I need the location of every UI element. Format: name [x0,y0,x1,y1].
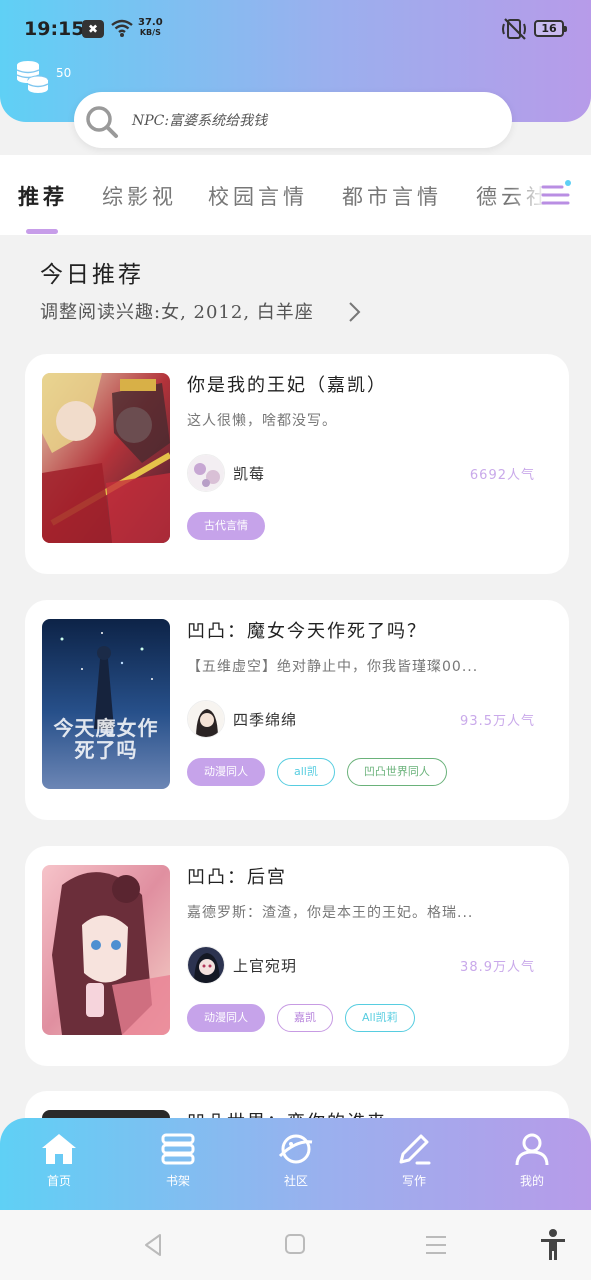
nav-community[interactable]: 社区 [256,1132,336,1189]
nav-bookshelf[interactable]: 书架 [138,1132,218,1189]
tab-urban-romance[interactable]: 都市言情 [342,181,442,211]
tag[interactable]: 凹凸世界同人 [346,758,447,786]
book-description: 这人很懒，啥都没写。 [187,413,337,429]
section-title: 今日推荐 [40,262,144,288]
book-card[interactable]: 你是我的王妃（嘉凯） 这人很懒，啥都没写。 凯莓 6692人气 古代言情 [25,354,569,574]
battery-level: 16 [541,22,557,35]
chevron-right-icon[interactable] [346,300,362,324]
net-speed-unit: KB/S [139,28,161,37]
search-input[interactable]: NPC:富婆系统给我钱 [132,110,267,130]
book-cover[interactable] [42,865,170,1035]
book-description: 嘉德罗斯：渣渣，你是本王的王妃。格瑞... [187,905,474,921]
book-title[interactable]: 凹凸：魔女今天作死了吗？ [187,617,427,643]
book-description: 【五维虚空】绝对静止中，你我皆瑾璨00... [187,659,479,675]
tab-recommend[interactable]: 推荐 [18,181,68,211]
book-title[interactable]: 你是我的王妃（嘉凯） [187,371,387,397]
status-time: 19:15 [24,18,85,40]
tag-list: 动漫同人 all凯 凹凸世界同人 [187,758,447,786]
planet-icon [278,1134,313,1164]
popularity-count: 38.9万人气 [460,960,535,975]
tag[interactable]: 动漫同人 [187,1004,265,1032]
popularity-count: 6692人气 [469,468,535,483]
system-navigation-bar [0,1210,591,1280]
search-icon [86,106,118,138]
category-menu-icon[interactable] [540,179,572,209]
nav-label: 写作 [401,1174,426,1188]
tag[interactable]: All凯莉 [345,1004,415,1032]
popularity-count: 93.5万人气 [460,714,535,729]
battery-icon: 16 [534,20,567,37]
tab-campus-romance[interactable]: 校园言情 [208,181,308,211]
author-name[interactable]: 四季绵绵 [233,709,297,730]
bottom-navigation: 首页 书架 社区 写作 我的 [0,1118,591,1210]
network-speed: 37.0 KB/S [138,18,163,38]
book-card[interactable]: 凹凸：后宫 嘉德罗斯：渣渣，你是本王的王妃。格瑞... 上官宛玥 38.9万人气… [25,846,569,1066]
coin-count: 50 [56,66,72,80]
nav-label: 首页 [46,1174,71,1188]
net-speed-value: 37.0 [138,17,163,28]
reading-interest-link[interactable]: 调整阅读兴趣:女, 2012, 白羊座 [40,298,314,324]
home-icon [42,1134,76,1164]
nav-profile[interactable]: 我的 [492,1132,572,1189]
cover-title-text: 今天魔女作死了吗 [53,716,159,762]
mute-icon [502,18,526,40]
tag[interactable]: 动漫同人 [187,758,265,786]
search-bar[interactable]: NPC:富婆系统给我钱 [74,92,512,148]
avatar[interactable] [187,700,225,738]
nav-label: 书架 [165,1174,190,1188]
tab-active-indicator [26,229,58,234]
nav-label: 社区 [283,1174,308,1188]
notification-icon: ✖ [82,20,104,38]
tag[interactable]: 古代言情 [187,512,265,540]
tab-tv-film[interactable]: 综影视 [102,181,177,211]
recents-icon[interactable] [424,1234,448,1256]
status-bar: 19:15 ✖ 37.0 KB/S 16 [0,0,591,58]
nav-write[interactable]: 写作 [374,1132,454,1189]
tag[interactable]: all凯 [277,758,335,786]
accessibility-icon[interactable] [538,1228,568,1262]
tag[interactable]: 嘉凯 [277,1004,333,1032]
avatar[interactable] [187,946,225,984]
book-title[interactable]: 凹凸：后宫 [187,863,287,889]
avatar[interactable] [187,454,225,492]
author-name[interactable]: 凯莓 [233,463,265,484]
book-cover[interactable]: 今天魔女作死了吗 [42,619,170,789]
coins-icon [16,61,49,93]
back-icon[interactable] [142,1232,164,1258]
tag-list: 古代言情 [187,512,265,540]
pen-icon [399,1134,431,1165]
category-tabs: 推荐 综影视 校园言情 都市言情 德云社 [0,155,591,235]
nav-label: 我的 [519,1174,544,1188]
author-name[interactable]: 上官宛玥 [233,955,297,976]
nav-home[interactable]: 首页 [19,1132,99,1189]
user-icon [515,1133,549,1166]
book-cover[interactable] [42,373,170,543]
book-card[interactable]: 今天魔女作死了吗 凹凸：魔女今天作死了吗？ 【五维虚空】绝对静止中，你我皆瑾璨0… [25,600,569,820]
tag-list: 动漫同人 嘉凯 All凯莉 [187,1004,415,1032]
home-square-icon[interactable] [284,1233,306,1255]
wifi-icon [111,19,133,37]
bookshelf-icon [161,1133,195,1165]
